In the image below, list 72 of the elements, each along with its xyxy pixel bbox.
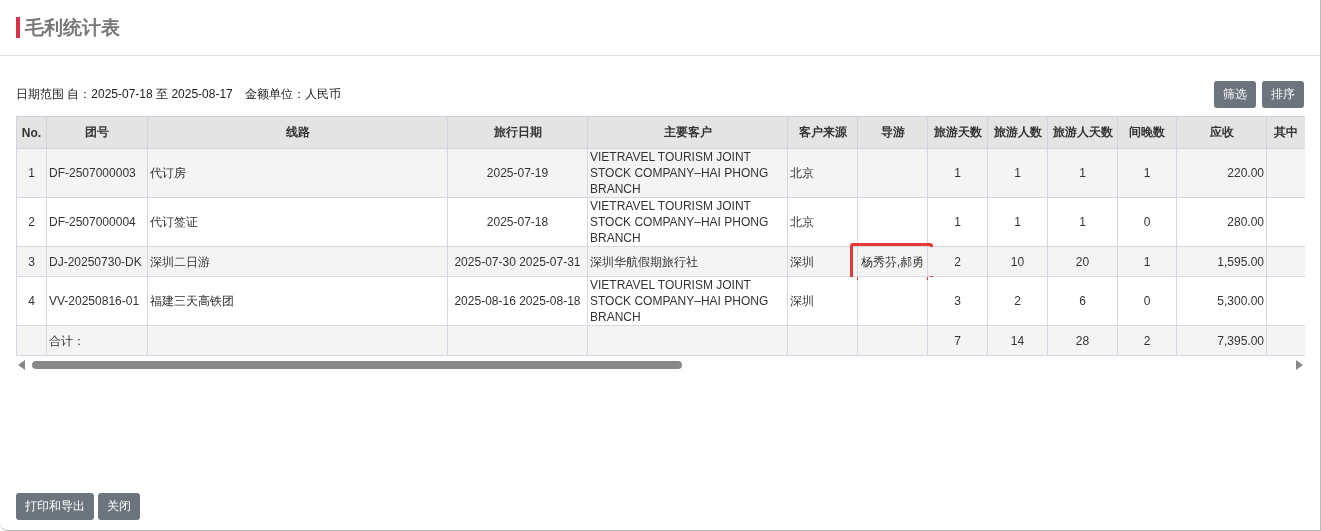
route-cell: 代订签证 [147, 197, 448, 247]
receivable-cell: 280.00 [1176, 197, 1267, 247]
customer-source-cell: 深圳 [787, 276, 858, 326]
group-number-cell: DF-2507000003 [46, 148, 148, 198]
route-cell: 代订房 [147, 148, 448, 198]
group-number-cell: DF-2507000004 [46, 197, 148, 247]
total-cell: 14 [987, 325, 1048, 356]
total-cell: 7 [927, 325, 988, 356]
tour-days-cell: 1 [927, 197, 988, 247]
tour-people-cell: 2 [987, 276, 1048, 326]
tour-days-cell: 2 [927, 246, 988, 277]
receivable-cell: 1,595.00 [1176, 246, 1267, 277]
total-cell: 7,395.00 [1176, 325, 1267, 356]
row-number-cell: 2 [16, 197, 47, 247]
nights-cell: 0 [1117, 276, 1177, 326]
customer-cell: VIETRAVEL TOURISM JOINT STOCK COMPANY–HAI PHONG BRANCH [587, 148, 788, 198]
tour-people-cell: 10 [987, 246, 1048, 277]
print-export-button[interactable]: 打印和导出 [16, 493, 94, 520]
nights-cell: 1 [1117, 246, 1177, 277]
row-number-cell: 3 [16, 246, 47, 277]
person-days-cell: 6 [1047, 276, 1118, 326]
column-header: 应收 [1176, 116, 1267, 149]
receivable-cell: 5,300.00 [1176, 276, 1267, 326]
column-header: 旅游人数 [987, 116, 1048, 149]
column-header: 团号 [46, 116, 148, 149]
title-accent [16, 17, 20, 38]
column-header: 旅游人天数 [1047, 116, 1118, 149]
scroll-left-icon[interactable] [18, 360, 26, 370]
column-header: 旅行日期 [447, 116, 588, 149]
row-number-cell: 1 [16, 148, 47, 198]
customer-source-cell: 北京 [787, 148, 858, 198]
customer-cell: VIETRAVEL TOURISM JOINT STOCK COMPANY–HAI PHONG BRANCH [587, 276, 788, 326]
column-header: 间晚数 [1117, 116, 1177, 149]
column-header: 客户来源 [787, 116, 858, 149]
page-title: 毛利统计表 [25, 15, 120, 40]
group-number-cell: DJ-20250730-DK [46, 246, 148, 277]
tour-people-cell: 1 [987, 148, 1048, 198]
tour-days-cell: 1 [927, 148, 988, 198]
route-cell: 福建三天高铁团 [147, 276, 448, 326]
total-cell: 2 [1117, 325, 1177, 356]
sort-button[interactable]: 排序 [1262, 80, 1304, 108]
travel-date-cell: 2025-07-19 [447, 148, 588, 198]
travel-date-cell: 2025-07-30 2025-07-31 [447, 246, 588, 277]
filter-button[interactable]: 筛选 [1214, 80, 1256, 108]
column-header: 导游 [857, 116, 928, 149]
horizontal-scrollbar[interactable] [16, 358, 1305, 372]
route-cell: 深圳二日游 [147, 246, 448, 277]
column-header: 主要客户 [587, 116, 788, 149]
tour-days-cell: 3 [927, 276, 988, 326]
nights-cell: 1 [1117, 148, 1177, 198]
person-days-cell: 1 [1047, 197, 1118, 247]
person-days-cell: 20 [1047, 246, 1118, 277]
customer-source-cell: 北京 [787, 197, 858, 247]
travel-date-cell: 2025-08-16 2025-08-18 [447, 276, 588, 326]
travel-date-cell: 2025-07-18 [447, 197, 588, 247]
column-header: No. [16, 116, 47, 149]
column-header: 线路 [147, 116, 448, 149]
total-cell: 28 [1047, 325, 1118, 356]
group-number-cell: VV-20250816-01 [46, 276, 148, 326]
column-header: 其中 [1266, 116, 1305, 149]
date-range-info: 日期范围 自：2025-07-18 至 2025-08-17 金额单位：人民币 [16, 85, 341, 103]
person-days-cell: 1 [1047, 148, 1118, 198]
total-label: 合计： [46, 325, 148, 356]
row-number-cell: 4 [16, 276, 47, 326]
customer-cell: 深圳华航假期旅行社 [587, 246, 788, 277]
receivable-cell: 220.00 [1176, 148, 1267, 198]
nights-cell: 0 [1117, 197, 1177, 247]
column-header: 旅游天数 [927, 116, 988, 149]
scroll-right-icon[interactable] [1295, 360, 1303, 370]
customer-cell: VIETRAVEL TOURISM JOINT STOCK COMPANY–HAI PHONG BRANCH [587, 197, 788, 247]
tour-people-cell: 1 [987, 197, 1048, 247]
close-button[interactable]: 关闭 [98, 493, 140, 520]
